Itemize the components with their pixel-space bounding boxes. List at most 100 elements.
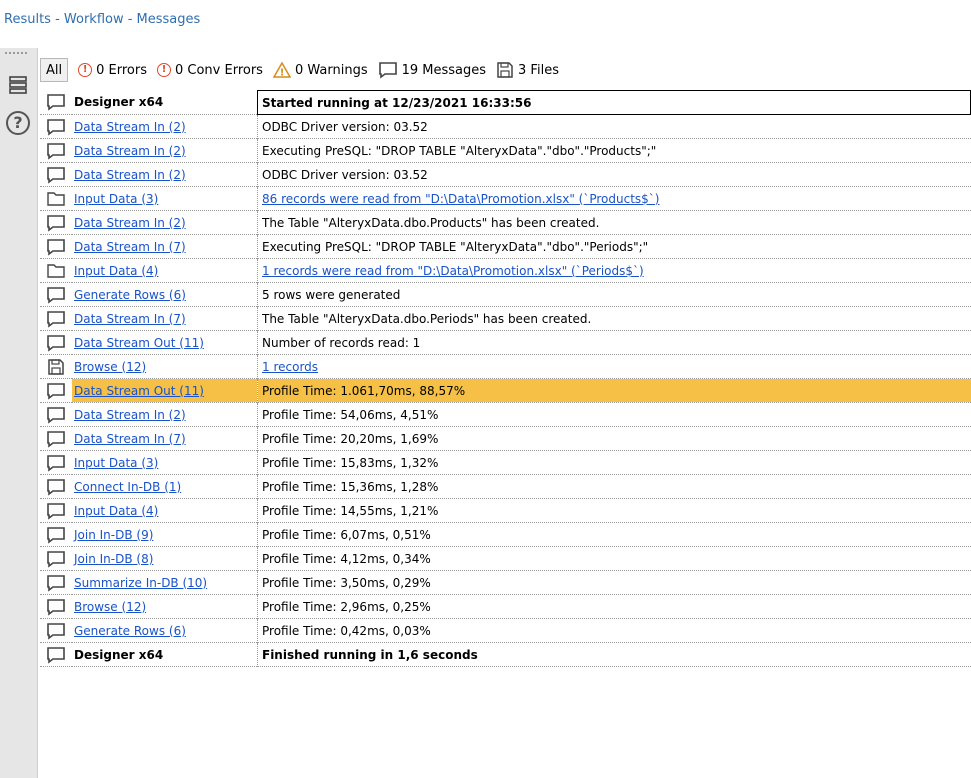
table-row[interactable]: Data Stream In (2) ODBC Driver version: 0… — [40, 114, 971, 139]
table-row[interactable]: Data Stream In (2) Executing PreSQL: "DRO… — [40, 138, 971, 163]
tool-cell: Designer x64 — [72, 90, 258, 115]
list-view-button[interactable] — [3, 70, 33, 100]
messages-table: Designer x64 Started running at 12/23/202… — [40, 90, 971, 778]
tool-link[interactable]: Data Stream In (7) — [74, 240, 186, 254]
tool-link[interactable]: Input Data (4) — [74, 504, 158, 518]
message-cell: 1 records — [258, 355, 971, 379]
message-text: ODBC Driver version: 03.52 — [262, 119, 428, 134]
tool-link[interactable]: Data Stream In (2) — [74, 120, 186, 134]
message-text: Profile Time: 0,42ms, 0,03% — [262, 623, 431, 638]
tool-cell: Data Stream In (7) — [72, 234, 258, 259]
message-text: Started running at 12/23/2021 16:33:56 — [262, 95, 532, 110]
tool-cell: Data Stream In (7) — [72, 306, 258, 331]
filter-errors-label: 0 Errors — [96, 62, 147, 78]
message-icon — [40, 283, 72, 307]
table-row[interactable]: Data Stream In (2) The Table "AlteryxData… — [40, 210, 971, 235]
message-link[interactable]: 1 records — [262, 360, 318, 374]
message-link[interactable]: 1 records were read from "D:\Data\Promot… — [262, 264, 644, 278]
tool-link[interactable]: Browse (12) — [74, 600, 146, 614]
table-row[interactable]: Input Data (4) 1 records were read from "… — [40, 258, 971, 283]
tool-link[interactable]: Data Stream In (7) — [74, 312, 186, 326]
question-icon: ? — [6, 111, 30, 135]
table-row[interactable]: Data Stream Out (11) Number of records re… — [40, 330, 971, 355]
tool-link[interactable]: Data Stream In (2) — [74, 168, 186, 182]
table-row[interactable]: Data Stream In (7) The Table "AlteryxData… — [40, 306, 971, 331]
message-icon — [40, 211, 72, 235]
message-cell: Profile Time: 3,50ms, 0,29% — [258, 571, 971, 595]
table-row[interactable]: Browse (12) 1 records — [40, 354, 971, 379]
table-row[interactable]: Join In-DB (8) Profile Time: 4,12ms, 0,34… — [40, 546, 971, 571]
filter-all-label: All — [46, 62, 63, 78]
tool-link: Designer x64 — [74, 95, 164, 110]
tool-cell: Data Stream In (2) — [72, 162, 258, 187]
message-cell: Executing PreSQL: "DROP TABLE "AlteryxDa… — [258, 235, 971, 259]
table-row[interactable]: Data Stream Out (11) Profile Time: 1.061,… — [40, 378, 971, 403]
message-cell: 1 records were read from "D:\Data\Promot… — [258, 259, 971, 283]
message-cell: Profile Time: 15,36ms, 1,28% — [258, 475, 971, 499]
filter-conv-errors-button[interactable]: ! 0 Conv Errors — [153, 59, 267, 81]
window-title: Results - Workflow - Messages — [4, 12, 201, 27]
table-row[interactable]: Input Data (3) 86 records were read from … — [40, 186, 971, 211]
tool-link[interactable]: Generate Rows (6) — [74, 624, 186, 638]
tool-link[interactable]: Connect In-DB (1) — [74, 480, 181, 494]
message-cell: The Table "AlteryxData.dbo.Periods" has … — [258, 307, 971, 331]
tool-link[interactable]: Data Stream In (2) — [74, 144, 186, 158]
message-icon — [40, 235, 72, 259]
message-icon — [40, 595, 72, 619]
table-row[interactable]: Designer x64 Finished running in 1,6 seco… — [40, 642, 971, 667]
tool-link[interactable]: Generate Rows (6) — [74, 288, 186, 302]
table-row[interactable]: Designer x64 Started running at 12/23/202… — [40, 90, 971, 115]
filter-warnings-button[interactable]: ! 0 Warnings — [269, 59, 372, 81]
message-icon — [40, 379, 72, 403]
tool-link[interactable]: Data Stream Out (11) — [74, 384, 204, 398]
table-row[interactable]: Input Data (4) Profile Time: 14,55ms, 1,2… — [40, 498, 971, 523]
message-text: Profile Time: 2,96ms, 0,25% — [262, 599, 431, 614]
warning-icon: ! — [272, 62, 291, 79]
tool-link[interactable]: Data Stream In (2) — [74, 216, 186, 230]
table-row[interactable]: Generate Rows (6) 5 rows were generated — [40, 282, 971, 307]
tool-link[interactable]: Summarize In-DB (10) — [74, 576, 207, 590]
tool-link[interactable]: Input Data (4) — [74, 264, 158, 278]
table-row[interactable]: Data Stream In (2) ODBC Driver version: 0… — [40, 162, 971, 187]
message-cell: Finished running in 1,6 seconds — [258, 643, 971, 667]
message-text: Number of records read: 1 — [262, 335, 421, 350]
message-cell: Profile Time: 1.061,70ms, 88,57% — [257, 378, 971, 403]
filter-bar: All ! 0 Errors ! 0 Conv Errors ! 0 Warni… — [40, 57, 565, 83]
table-row[interactable]: Generate Rows (6) Profile Time: 0,42ms, 0… — [40, 618, 971, 643]
message-link[interactable]: 86 records were read from "D:\Data\Promo… — [262, 192, 659, 206]
table-row[interactable]: Input Data (3) Profile Time: 15,83ms, 1,3… — [40, 450, 971, 475]
table-row[interactable]: Connect In-DB (1) Profile Time: 15,36ms, … — [40, 474, 971, 499]
table-row[interactable]: Summarize In-DB (10) Profile Time: 3,50ms… — [40, 570, 971, 595]
tool-cell: Data Stream Out (11) — [72, 378, 258, 403]
tool-link[interactable]: Input Data (3) — [74, 192, 158, 206]
table-row[interactable]: Data Stream In (2) Profile Time: 54,06ms,… — [40, 402, 971, 427]
table-row[interactable]: Join In-DB (9) Profile Time: 6,07ms, 0,51… — [40, 522, 971, 547]
filter-errors-button[interactable]: ! 0 Errors — [74, 59, 151, 81]
message-text: ODBC Driver version: 03.52 — [262, 167, 428, 182]
tool-link[interactable]: Input Data (3) — [74, 456, 158, 470]
tool-link[interactable]: Data Stream Out (11) — [74, 336, 204, 350]
filter-files-button[interactable]: 3 Files — [492, 59, 563, 81]
rail-grip[interactable] — [5, 52, 29, 54]
help-button[interactable]: ? — [3, 108, 33, 138]
filter-warnings-label: 0 Warnings — [294, 62, 368, 78]
tool-cell: Join In-DB (8) — [72, 546, 258, 571]
tool-link[interactable]: Join In-DB (9) — [74, 528, 153, 542]
tool-cell: Data Stream In (2) — [72, 402, 258, 427]
tool-cell: Input Data (3) — [72, 186, 258, 211]
tool-link[interactable]: Join In-DB (8) — [74, 552, 153, 566]
message-icon — [40, 475, 72, 499]
filter-messages-button[interactable]: 19 Messages — [374, 59, 490, 81]
message-text: 5 rows were generated — [262, 287, 401, 302]
message-text: Profile Time: 20,20ms, 1,69% — [262, 431, 439, 446]
tool-link[interactable]: Browse (12) — [74, 360, 146, 374]
tool-link[interactable]: Data Stream In (7) — [74, 432, 186, 446]
tool-link[interactable]: Data Stream In (2) — [74, 408, 186, 422]
message-cell: ODBC Driver version: 03.52 — [258, 115, 971, 139]
svg-text:!: ! — [280, 68, 285, 79]
table-row[interactable]: Browse (12) Profile Time: 2,96ms, 0,25% — [40, 594, 971, 619]
table-row[interactable]: Data Stream In (7) Profile Time: 20,20ms,… — [40, 426, 971, 451]
filter-all-button[interactable]: All — [40, 58, 69, 82]
table-row[interactable]: Data Stream In (7) Executing PreSQL: "DRO… — [40, 234, 971, 259]
message-icon — [40, 571, 72, 595]
